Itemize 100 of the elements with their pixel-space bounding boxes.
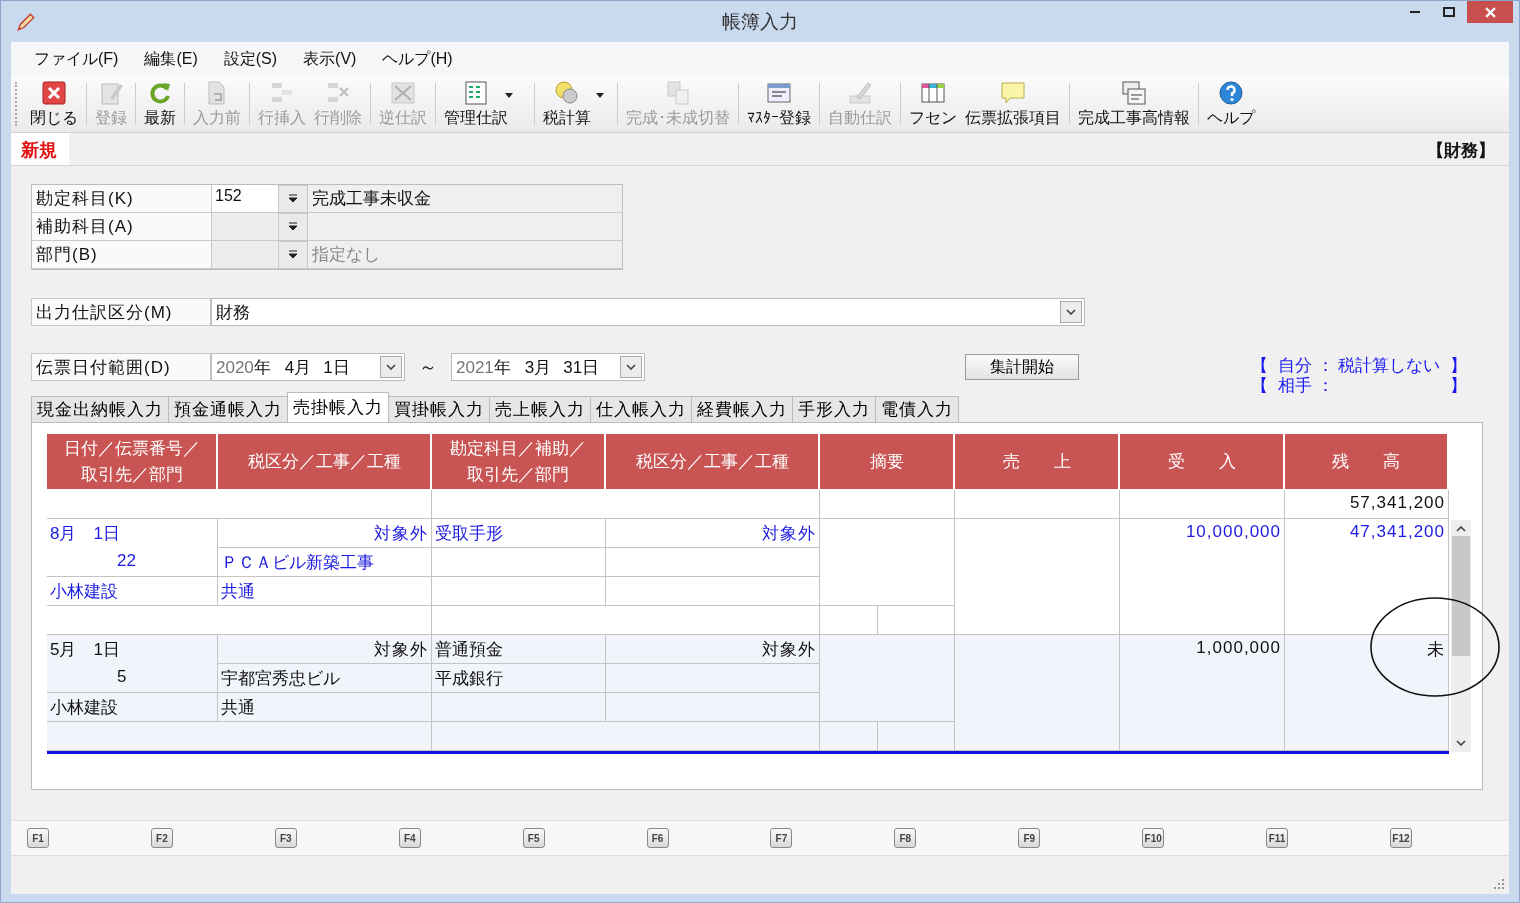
tab[interactable]: 経費帳入力 bbox=[691, 396, 793, 422]
menu-item[interactable]: 表示(V) bbox=[290, 48, 370, 70]
code-field[interactable]: 152 bbox=[212, 185, 278, 213]
table-cell: 対象外 bbox=[218, 635, 432, 664]
toolbar-button[interactable]: 完成工事高情報 bbox=[1074, 79, 1194, 129]
tab[interactable]: 預金通帳入力 bbox=[168, 396, 288, 422]
function-key[interactable]: F1 bbox=[27, 828, 49, 848]
table-cell: 平成銀行 bbox=[432, 664, 606, 693]
tab[interactable]: 電債入力 bbox=[875, 396, 959, 422]
chevron-down-icon bbox=[1456, 740, 1466, 746]
pencil-icon bbox=[15, 10, 37, 33]
function-key[interactable]: F11 bbox=[1266, 828, 1289, 848]
field-label: 伝票日付範囲(D) bbox=[31, 353, 211, 381]
output-class-dropdown[interactable]: 財務 bbox=[211, 298, 1085, 326]
dropdown-icon bbox=[288, 194, 298, 204]
aggregate-button[interactable]: 集計開始 bbox=[965, 354, 1079, 380]
tab[interactable]: 仕入帳入力 bbox=[590, 396, 692, 422]
field-label: 補助科目(A) bbox=[32, 213, 212, 241]
ledger-entry[interactable]: 5月 1日 5 小林建設 対象外 宇都宮秀忠ビル 共通 普通預金 平成銀行 対象外 1,000,000 未 bbox=[47, 635, 1449, 751]
table-cell: 5月 1日 bbox=[47, 635, 218, 664]
menu-item[interactable]: ファイル(F) bbox=[21, 48, 132, 70]
menu-item[interactable]: 編集(E) bbox=[131, 48, 211, 70]
function-key[interactable]: F10 bbox=[1142, 828, 1165, 848]
date-picker[interactable]: 2020年 4月 1日 bbox=[211, 353, 405, 381]
tab[interactable]: 売掛帳入力 bbox=[287, 392, 389, 422]
toolbar-button[interactable]: 税計算 bbox=[539, 79, 613, 129]
maximize-icon bbox=[1443, 7, 1455, 17]
date-picker[interactable]: 2021年 3月 31日 bbox=[451, 353, 645, 381]
lookup-button[interactable] bbox=[278, 213, 308, 241]
column-header: 売 上 bbox=[955, 434, 1120, 490]
pen-icon bbox=[847, 80, 873, 106]
refresh-icon bbox=[147, 80, 173, 106]
tax-info-bracket: 】 bbox=[1450, 356, 1467, 376]
form-window-icon bbox=[766, 80, 792, 106]
function-key[interactable]: F6 bbox=[646, 828, 669, 848]
function-key[interactable]: F3 bbox=[274, 828, 297, 848]
function-key[interactable]: F4 bbox=[398, 828, 421, 848]
table-cell: 5 bbox=[47, 664, 218, 693]
column-header: 税区分／工事／工種 bbox=[218, 434, 432, 490]
toolbar-button[interactable]: 最新 bbox=[140, 79, 180, 129]
toolbar-button[interactable]: ヘルプ bbox=[1203, 79, 1259, 129]
function-key[interactable]: F9 bbox=[1018, 828, 1041, 848]
menu-item[interactable]: 設定(S) bbox=[210, 48, 291, 70]
ledger-kind-label: 【財務】 bbox=[1427, 140, 1496, 162]
scrollbar[interactable] bbox=[1451, 520, 1471, 752]
function-key[interactable]: F12 bbox=[1389, 828, 1412, 848]
scrollbar-thumb[interactable] bbox=[1452, 536, 1470, 656]
column-header: 税区分／工事／工種 bbox=[606, 434, 820, 490]
table-cell: 22 bbox=[47, 548, 218, 577]
table-cell: 受取手形 bbox=[432, 519, 606, 548]
toolbar-button[interactable]: 伝票拡張項目 bbox=[961, 79, 1065, 129]
function-key[interactable]: F5 bbox=[522, 828, 545, 848]
table-cell: 8月 1日 bbox=[47, 519, 218, 548]
close-button[interactable] bbox=[1467, 1, 1513, 23]
table-cell: 対象外 bbox=[606, 519, 820, 548]
tab[interactable]: 売上帳入力 bbox=[489, 396, 591, 422]
tab[interactable]: 買掛帳入力 bbox=[388, 396, 490, 422]
dropdown-icon bbox=[288, 222, 298, 232]
table-cell: 宇都宮秀忠ビル bbox=[218, 664, 432, 693]
table-cell: 小林建設 bbox=[47, 577, 218, 606]
swap-documents-icon bbox=[665, 80, 691, 106]
table-cell: ＰＣＡビル新築工事 bbox=[218, 548, 432, 577]
function-key[interactable]: F8 bbox=[894, 828, 917, 848]
tax-info-bracket: 】 bbox=[1450, 376, 1467, 396]
tax-info-text: 相手 ： bbox=[1277, 376, 1335, 396]
chevron-down-icon bbox=[626, 364, 636, 370]
toolbar-grip bbox=[15, 82, 20, 126]
tax-info-text: 自分 ： 税計算しない bbox=[1277, 356, 1442, 376]
toolbar-button[interactable]: 閉じる bbox=[26, 79, 82, 129]
close-icon bbox=[41, 80, 67, 106]
chevron-up-icon bbox=[1456, 526, 1466, 532]
tax-info-bracket: 【 bbox=[1251, 376, 1268, 396]
tax-info-bracket: 【 bbox=[1251, 356, 1268, 376]
resize-grip-icon bbox=[1493, 878, 1505, 890]
toolbar-button[interactable]: ﾏｽﾀｰ登録 bbox=[743, 79, 815, 129]
column-header: 日付／伝票番号／ 取引先／部門 bbox=[47, 434, 218, 490]
lookup-button[interactable] bbox=[278, 185, 308, 213]
menu-item[interactable]: ヘルプ(H) bbox=[369, 48, 466, 70]
toolbar-button[interactable]: フセン bbox=[905, 79, 961, 129]
mode-label: 新規 bbox=[11, 133, 69, 165]
field-label: 部門(B) bbox=[32, 241, 212, 269]
table-cell: 57,341,200 bbox=[1285, 490, 1449, 519]
table-cell: 対象外 bbox=[218, 519, 432, 548]
toolbar-button[interactable]: 管理仕訳 bbox=[440, 79, 530, 129]
tab[interactable]: 手形入力 bbox=[792, 396, 876, 422]
table-cell: 共通 bbox=[218, 577, 432, 606]
column-header: 摘要 bbox=[820, 434, 955, 490]
field-label: 勘定科目(K) bbox=[32, 185, 212, 213]
document-pen-icon bbox=[98, 80, 124, 106]
tab[interactable]: 現金出納帳入力 bbox=[31, 396, 169, 422]
table-cell: 普通預金 bbox=[432, 635, 606, 664]
column-header: 残 高 bbox=[1285, 434, 1449, 490]
chevron-down-icon bbox=[386, 364, 396, 370]
function-key[interactable]: F7 bbox=[770, 828, 793, 848]
chevron-down-icon bbox=[1066, 309, 1076, 315]
lookup-button[interactable] bbox=[278, 241, 308, 269]
column-header: 受 入 bbox=[1120, 434, 1285, 490]
table-cell: 対象外 bbox=[606, 635, 820, 664]
coins-icon bbox=[554, 80, 580, 106]
function-key[interactable]: F2 bbox=[150, 828, 173, 848]
